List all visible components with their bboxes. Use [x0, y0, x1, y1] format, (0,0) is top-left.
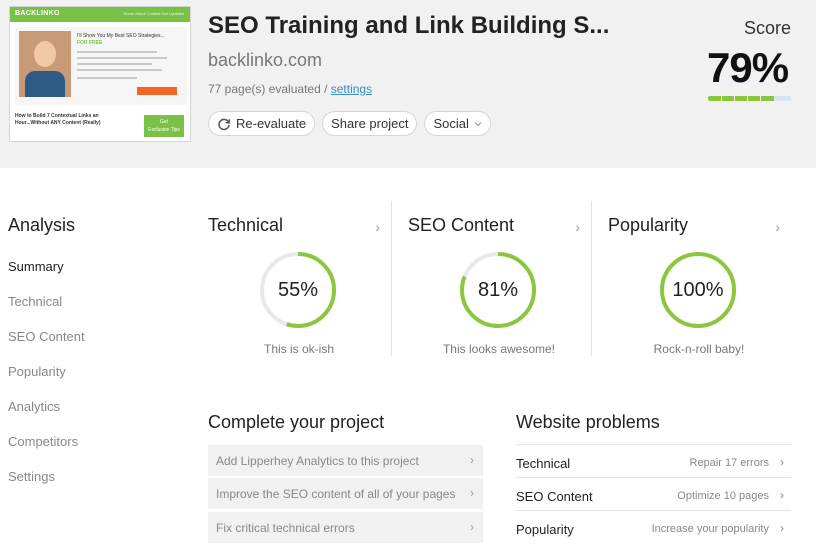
- thumbnail-post-title: How to Build 7 Contextual Links an Hour.…: [15, 113, 101, 126]
- complete-project-title: Complete your project: [208, 412, 385, 432]
- problem-row-seo-content[interactable]: SEO Content Optimize 10 pages ›: [516, 477, 791, 510]
- problem-action[interactable]: Repair 17 errors: [690, 457, 769, 469]
- metric-caption: Rock-n-roll baby!: [653, 342, 745, 356]
- metric-value: 81%: [477, 279, 519, 301]
- thumbnail-hero-line2: FOR FREE: [77, 40, 103, 46]
- thumbnail-photo: [19, 31, 71, 97]
- sidebar-item-seo-content[interactable]: SEO Content: [8, 329, 85, 344]
- task-add-analytics[interactable]: Add Lipperhey Analytics to this project …: [208, 445, 483, 476]
- metric-caption: This is ok-ish: [263, 342, 334, 356]
- chevron-right-icon: ›: [470, 486, 474, 500]
- score-label: Score: [744, 18, 792, 38]
- thumbnail-nav-links: Home About Contact Get Updates: [123, 11, 184, 16]
- website-problems-title: Website problems: [516, 412, 660, 432]
- score-progress-bar: [708, 96, 791, 101]
- thumbnail-logo: BACKLINKO: [15, 10, 60, 17]
- social-dropdown[interactable]: Social: [424, 111, 491, 136]
- problem-action[interactable]: Increase your popularity: [652, 523, 769, 535]
- chevron-right-icon: ›: [375, 219, 380, 235]
- metric-value: 100%: [672, 279, 724, 301]
- metric-value: 55%: [277, 279, 319, 301]
- chevron-right-icon: ›: [780, 488, 784, 502]
- card-divider: [391, 201, 392, 356]
- sidebar-item-analytics[interactable]: Analytics: [8, 399, 60, 414]
- refresh-icon: [217, 117, 231, 131]
- chevron-right-icon: ›: [780, 521, 784, 535]
- chevron-right-icon: ›: [575, 219, 580, 235]
- thumbnail-nav: BACKLINKO Home About Contact Get Updates: [10, 7, 190, 22]
- chevron-right-icon: ›: [470, 453, 474, 467]
- score-progress-fill: [708, 96, 774, 101]
- chevron-down-icon: [474, 121, 482, 127]
- header-actions: Re-evaluate Share project Social: [208, 111, 491, 136]
- score-value: 79%: [707, 44, 789, 91]
- share-project-button[interactable]: Share project: [322, 111, 418, 136]
- metric-title: Technical: [208, 215, 284, 235]
- site-title: SEO Training and Link Building S...: [208, 12, 610, 39]
- card-divider: [591, 201, 592, 356]
- problem-row-popularity[interactable]: Popularity Increase your popularity ›: [516, 510, 791, 543]
- sidebar-item-competitors[interactable]: Competitors: [8, 434, 78, 449]
- thumbnail-cta: [137, 87, 177, 95]
- site-domain: backlinko.com: [208, 50, 323, 70]
- task-improve-seo-content[interactable]: Improve the SEO content of all of your p…: [208, 478, 483, 509]
- reevaluate-button[interactable]: Re-evaluate: [208, 111, 316, 136]
- chevron-right-icon: ›: [775, 219, 780, 235]
- thumbnail-tip-box: Get Exclusive Tips: [144, 115, 184, 137]
- sidebar-item-summary[interactable]: Summary: [8, 259, 64, 274]
- chevron-right-icon: ›: [470, 520, 474, 534]
- chevron-right-icon: ›: [780, 455, 784, 469]
- sidebar-item-technical[interactable]: Technical: [8, 294, 62, 309]
- metric-title: SEO Content: [408, 215, 515, 235]
- sidebar-item-popularity[interactable]: Popularity: [8, 364, 66, 379]
- task-fix-technical-errors[interactable]: Fix critical technical errors ›: [208, 512, 483, 543]
- pages-evaluated: 77 page(s) evaluated / settings: [208, 82, 373, 96]
- problem-action[interactable]: Optimize 10 pages: [677, 490, 769, 502]
- settings-link[interactable]: settings: [331, 82, 372, 96]
- metric-card-technical[interactable]: Technical › 55% This is ok-ish: [208, 201, 390, 356]
- site-thumbnail[interactable]: BACKLINKO Home About Contact Get Updates…: [9, 6, 191, 142]
- metric-card-seo-content[interactable]: SEO Content › 81% This looks awesome!: [408, 201, 590, 356]
- metric-caption: This looks awesome!: [442, 342, 556, 356]
- thumbnail-hero-line1: I'll Show You My Best SEO Strategies...: [77, 33, 165, 39]
- metric-card-popularity[interactable]: Popularity › 100% Rock-n-roll baby!: [608, 201, 790, 356]
- sidebar-item-settings[interactable]: Settings: [8, 469, 55, 484]
- thumbnail-hero: I'll Show You My Best SEO Strategies... …: [15, 27, 187, 105]
- problem-row-technical[interactable]: Technical Repair 17 errors ›: [516, 444, 791, 477]
- metric-title: Popularity: [608, 215, 689, 235]
- sidebar-title: Analysis: [8, 215, 76, 235]
